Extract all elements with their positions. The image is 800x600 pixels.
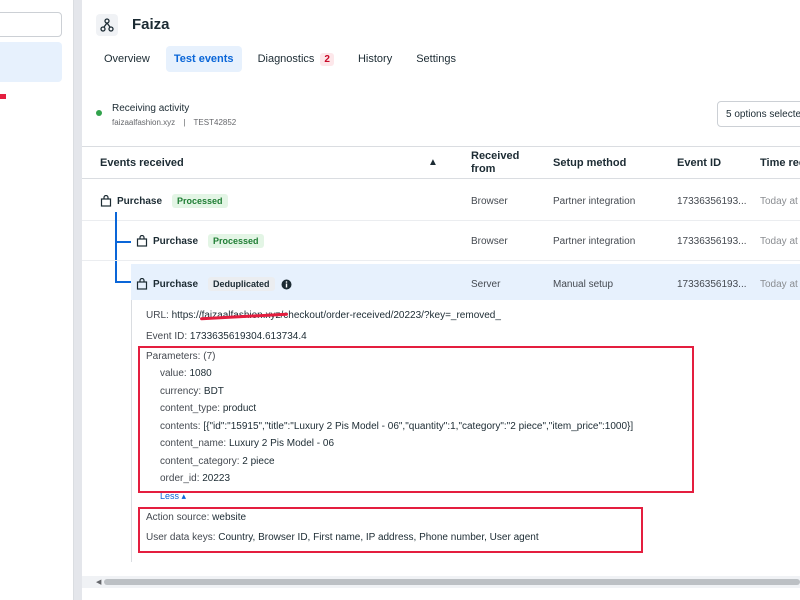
- event-detail-panel: URL: https://faizaalfashion.xyz/checkout…: [131, 300, 800, 562]
- table-row-selected[interactable]: Purchase Deduplicated Server Manual setu…: [131, 264, 800, 304]
- time-cell: Today at 1:07: [760, 195, 800, 207]
- event-id-cell: 17336356193...: [677, 235, 747, 247]
- header-setup-method[interactable]: Setup method: [553, 147, 626, 178]
- event-name: Purchase: [153, 235, 199, 247]
- info-icon[interactable]: [281, 279, 292, 290]
- time-cell: Today at 1:07: [760, 235, 800, 247]
- tab-label: Diagnostics: [257, 53, 315, 65]
- tab-overview[interactable]: Overview: [96, 46, 158, 72]
- tab-test-events[interactable]: Test events: [165, 46, 242, 72]
- shopping-bag-icon: [136, 235, 148, 247]
- website-domain: faizaalfashion.xyz: [112, 118, 176, 127]
- receiving-subtitle: faizaalfashion.xyz | TEST42852: [112, 118, 236, 127]
- header-received-from[interactable]: Received from: [471, 147, 531, 178]
- scrollbar-thumb[interactable]: [104, 579, 800, 585]
- setup-method-cell: Partner integration: [553, 195, 636, 207]
- diagnostics-count-badge: 2: [320, 52, 334, 66]
- action-source-highlight-box: [138, 507, 643, 553]
- warning-icon: ▲: [428, 157, 438, 168]
- event-name: Purchase: [153, 278, 199, 290]
- main-panel: Faiza Overview Test events Diagnostics 2 …: [82, 0, 800, 600]
- tab-history[interactable]: History: [350, 46, 400, 72]
- status-badge: Processed: [172, 194, 228, 208]
- status-badge: Processed: [208, 234, 264, 248]
- test-event-code: TEST42852: [193, 118, 237, 127]
- sidebar-alert-mark: [0, 94, 6, 99]
- events-table-header: Events received ▲ Received from Setup me…: [82, 146, 800, 179]
- event-id-label: Event ID:: [146, 331, 188, 342]
- received-from-cell: Browser: [471, 195, 508, 207]
- setup-method-cell: Manual setup: [553, 278, 614, 290]
- horizontal-scrollbar[interactable]: ◀: [82, 576, 800, 588]
- status-badge: Deduplicated: [208, 277, 275, 291]
- received-from-cell: Browser: [471, 235, 508, 247]
- tab-label: Settings: [416, 53, 456, 65]
- tab-label: Overview: [104, 53, 150, 65]
- event-id-line: Event ID: 1733635619304.613734.4: [146, 331, 307, 342]
- tab-label: History: [357, 53, 393, 65]
- tab-diagnostics[interactable]: Diagnostics 2: [250, 46, 342, 73]
- tree-connector-horizontal: [115, 281, 131, 283]
- setup-method-cell: Partner integration: [553, 235, 636, 247]
- sidebar-selected-item[interactable]: [0, 42, 62, 82]
- header-time-received[interactable]: Time received: [760, 147, 800, 178]
- tab-bar: Overview Test events Diagnostics 2 Histor…: [96, 45, 472, 73]
- header-events-received[interactable]: Events received: [100, 147, 184, 178]
- separator: |: [183, 118, 186, 127]
- shopping-bag-icon: [100, 195, 112, 207]
- event-name: Purchase: [117, 195, 163, 207]
- url-label: URL:: [146, 310, 169, 321]
- event-id-value: 1733635619304.613734.4: [189, 331, 307, 342]
- event-filter-select[interactable]: 5 options selected: [717, 101, 800, 127]
- parameters-highlight-box: [138, 346, 694, 493]
- table-row[interactable]: Purchase Processed Browser Partner integ…: [82, 181, 800, 221]
- scroll-left-arrow-icon[interactable]: ◀: [96, 578, 101, 586]
- shopping-bag-icon: [136, 278, 148, 290]
- tab-settings[interactable]: Settings: [408, 46, 464, 72]
- event-id-cell: 17336356193...: [677, 195, 747, 207]
- status-dot-icon: [96, 110, 102, 116]
- tab-label: Test events: [173, 53, 234, 65]
- header-event-id[interactable]: Event ID: [677, 147, 721, 178]
- left-panel: [0, 0, 74, 600]
- dataset-title: Faiza: [132, 16, 170, 33]
- dataset-icon: [96, 14, 118, 36]
- table-row[interactable]: Purchase Processed Browser Partner integ…: [82, 221, 800, 261]
- sidebar-search-input[interactable]: [0, 12, 62, 37]
- panel-gutter: [74, 0, 82, 600]
- event-id-cell: 17336356193...: [677, 278, 747, 290]
- time-cell: Today at 1:07: [760, 278, 800, 290]
- receiving-title: Receiving activity: [112, 103, 190, 114]
- received-from-cell: Server: [471, 278, 501, 290]
